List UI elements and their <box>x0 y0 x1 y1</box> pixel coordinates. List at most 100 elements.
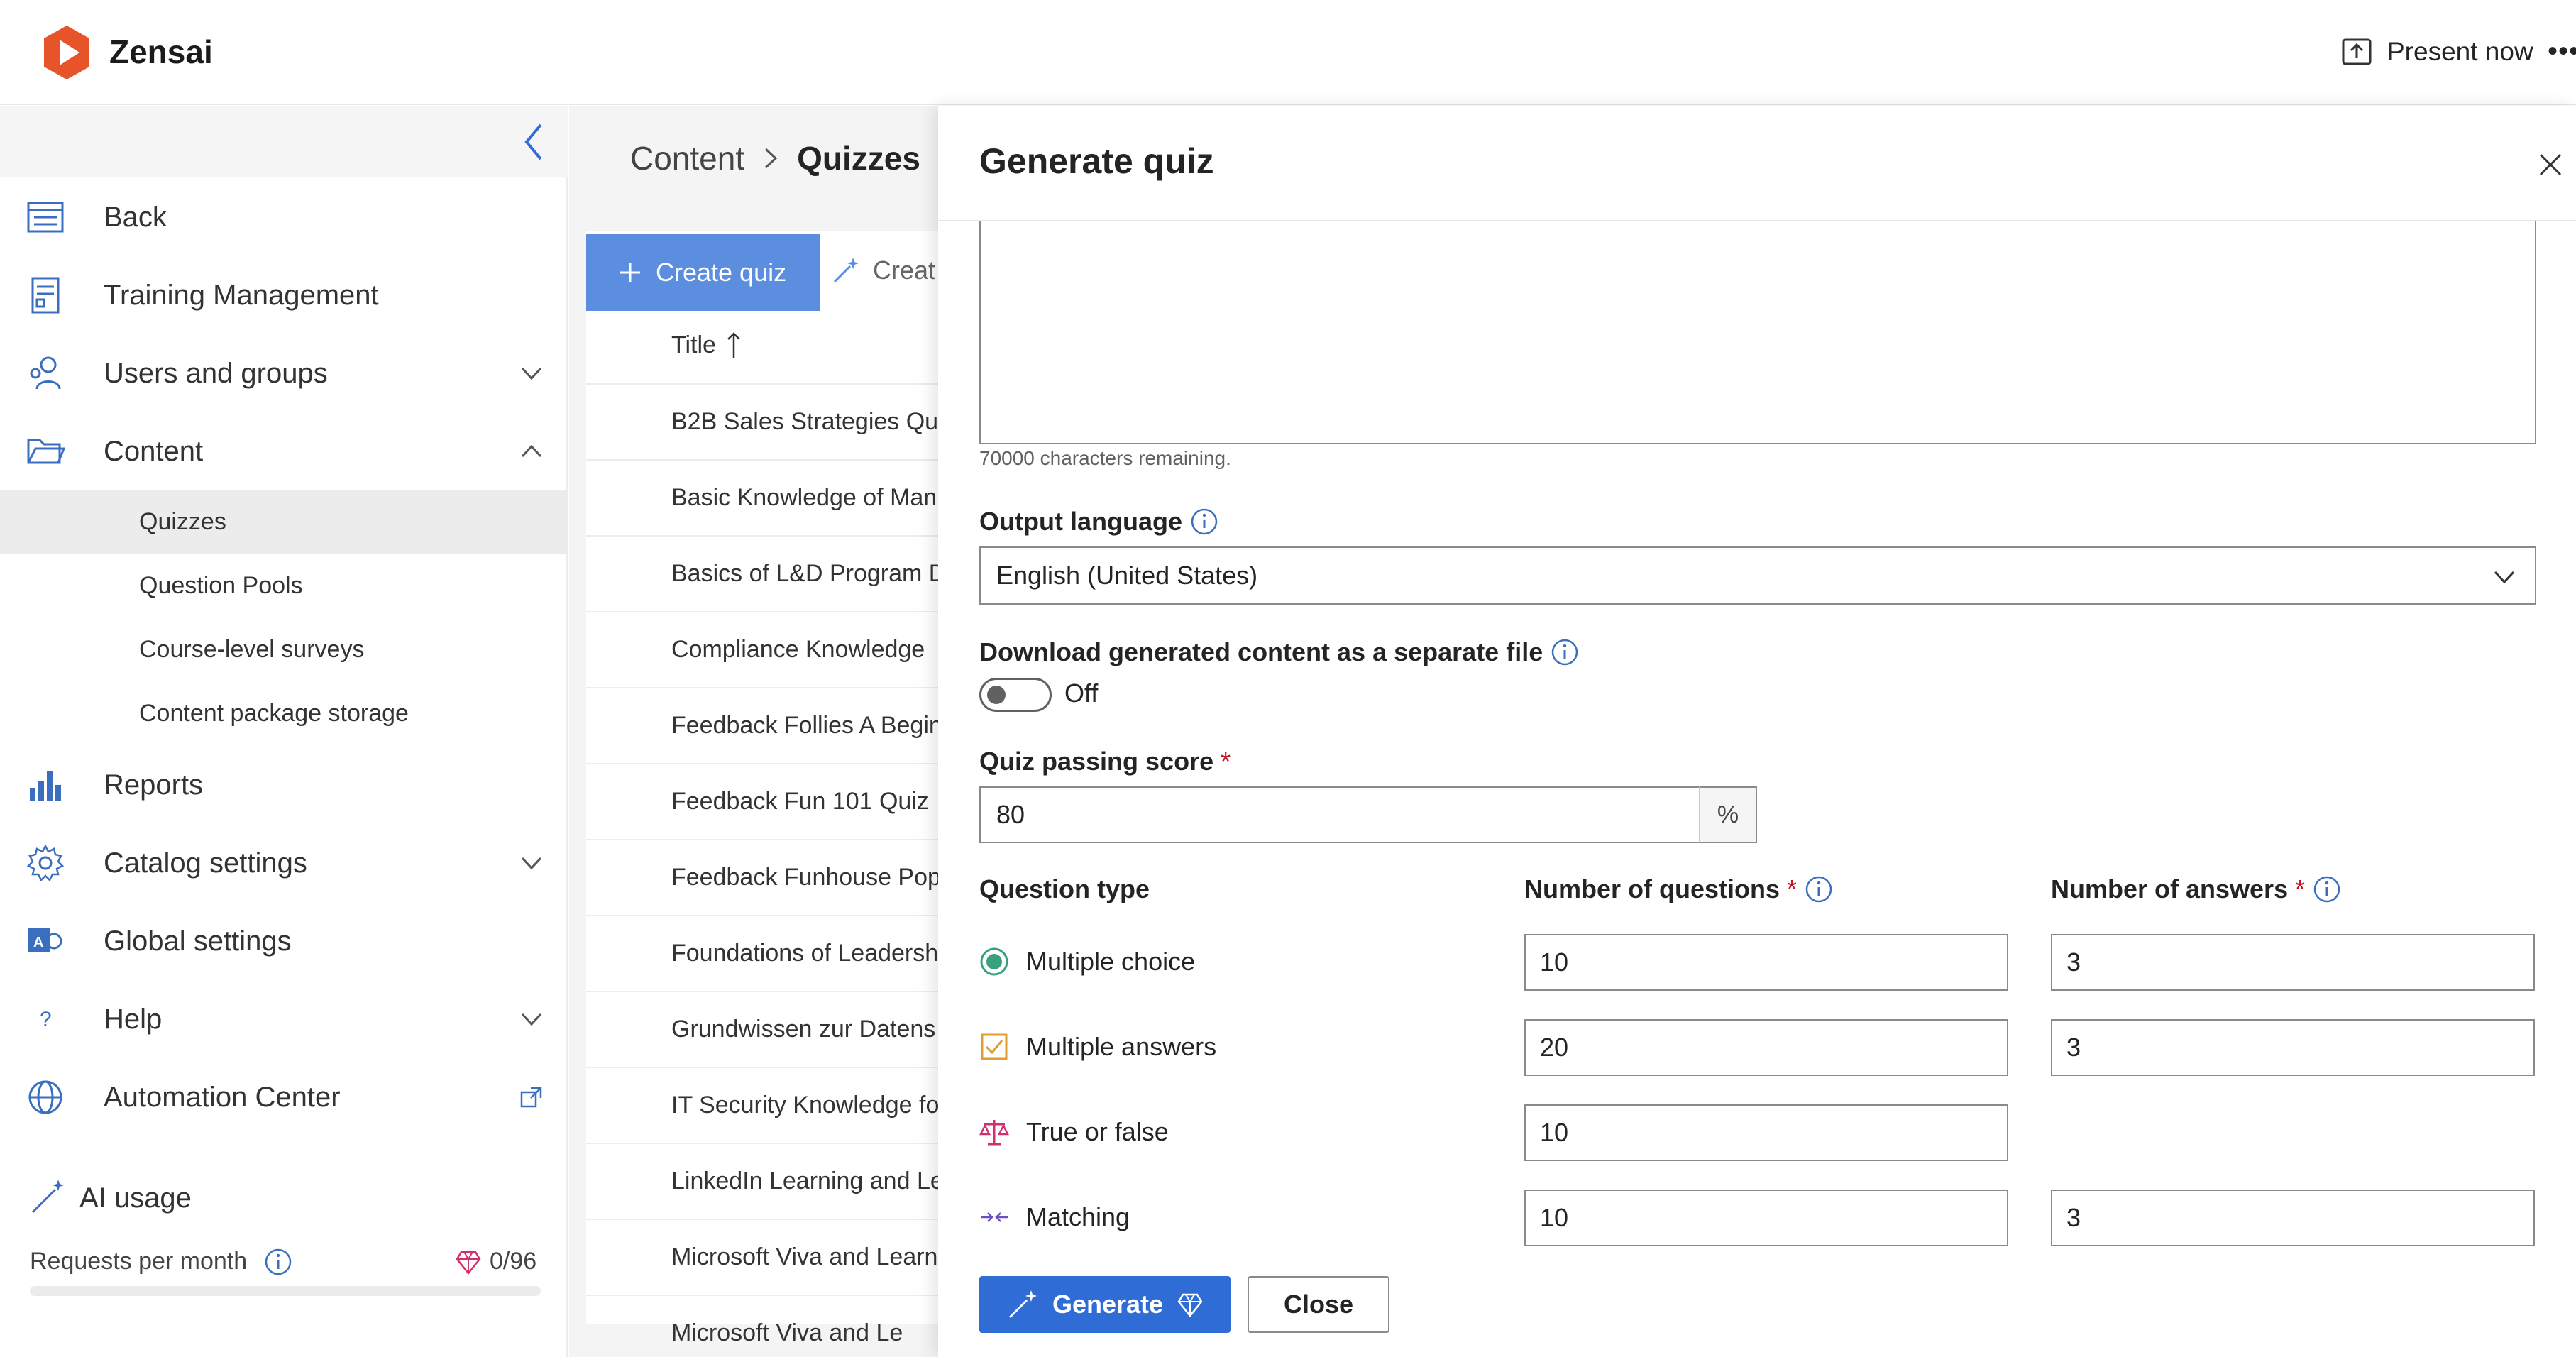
table-row[interactable]: LinkedIn Learning and Le <box>586 1143 969 1218</box>
table-row[interactable]: Feedback Follies A Begin <box>586 687 969 762</box>
sidebar-item-training-management[interactable]: Training Management <box>0 258 568 332</box>
sidebar-item-global-settings[interactable]: A Global settings <box>0 904 568 978</box>
create-quiz-button[interactable]: Create quiz <box>586 234 820 311</box>
sidebar-item-label: Content <box>104 435 204 467</box>
question-type-header: Question type <box>979 874 1150 904</box>
external-link-icon[interactable] <box>519 1085 544 1109</box>
sidebar-subitem-label: Quizzes <box>139 507 226 535</box>
sidebar-item-catalog-settings[interactable]: Catalog settings <box>0 826 568 900</box>
row-title: B2B Sales Strategies Quiz <box>671 407 956 435</box>
table-row[interactable]: Basics of L&D Program D <box>586 535 969 610</box>
multiple-choice-answers-input[interactable]: 3 <box>2051 934 2535 991</box>
more-options-icon[interactable]: ••• <box>2548 35 2576 67</box>
chevron-down-icon[interactable] <box>519 851 544 875</box>
download-toggle[interactable] <box>979 678 1052 712</box>
sidebar-item-users-and-groups[interactable]: Users and groups <box>0 336 568 410</box>
input-value: 10 <box>1540 947 1569 977</box>
output-language-select[interactable]: English (United States) <box>979 546 2536 605</box>
breadcrumb: Content Quizzes <box>630 139 920 177</box>
brand-name: Zensai <box>109 33 213 70</box>
magic-wand-icon <box>833 258 859 283</box>
requests-count: 0/96 <box>490 1248 537 1275</box>
chevron-up-icon[interactable] <box>519 439 544 463</box>
row-title: Foundations of Leadersh <box>671 939 939 967</box>
table-row[interactable]: Microsoft Viva and Le <box>586 1295 969 1357</box>
svg-text:?: ? <box>40 1008 52 1031</box>
radio-icon <box>980 947 1008 976</box>
info-icon[interactable] <box>1189 507 1219 537</box>
sidebar-item-help[interactable]: ? Help <box>0 982 568 1056</box>
sidebar-subitem-label: Course-level surveys <box>139 635 365 663</box>
globe-icon <box>28 1080 62 1114</box>
gear-icon <box>26 844 65 882</box>
sidebar-subitem-course-level-surveys[interactable]: Course-level surveys <box>0 617 568 681</box>
folder-open-icon <box>27 439 65 464</box>
multiple-answers-questions-input[interactable]: 20 <box>1524 1019 2008 1076</box>
table-row[interactable]: Feedback Funhouse Pop <box>586 839 969 914</box>
sidebar-subitem-label: Question Pools <box>139 571 303 599</box>
matching-questions-input[interactable]: 10 <box>1524 1190 2008 1246</box>
sidebar-item-automation-center[interactable]: Automation Center <box>0 1060 568 1134</box>
row-title: Compliance Knowledge <box>671 635 925 663</box>
sidebar-item-reports[interactable]: Reports <box>0 748 568 822</box>
sidebar-item-label: Automation Center <box>104 1081 341 1113</box>
row-title: Feedback Follies A Begin <box>671 711 942 739</box>
sidebar-collapse-bar <box>0 106 568 177</box>
breadcrumb-parent[interactable]: Content <box>630 139 744 177</box>
sidebar-item-content[interactable]: Content <box>0 414 568 488</box>
table-row[interactable]: Feedback Fun 101 Quiz <box>586 763 969 838</box>
close-button[interactable]: Close <box>1248 1276 1389 1333</box>
sidebar-subitem-content-package-storage[interactable]: Content package storage <box>0 681 568 745</box>
panel-title: Generate quiz <box>979 141 1214 181</box>
table-row[interactable]: Compliance Knowledge <box>586 611 969 686</box>
gem-icon <box>1177 1293 1203 1317</box>
info-icon[interactable] <box>1550 637 1580 667</box>
column-header-title[interactable]: Title <box>671 331 742 359</box>
info-icon[interactable] <box>1804 874 1834 904</box>
table-row[interactable]: Microsoft Viva and Learn <box>586 1219 969 1294</box>
sidebar-item-label: Back <box>104 201 167 233</box>
multiple-choice-questions-input[interactable]: 10 <box>1524 934 2008 991</box>
question-type-multiple-answers: Multiple answers <box>979 1032 1216 1062</box>
chevron-down-icon[interactable] <box>519 361 544 385</box>
true-or-false-questions-input[interactable]: 10 <box>1524 1104 2008 1161</box>
passing-score-input[interactable]: 80 <box>979 786 1757 843</box>
present-now-button[interactable]: Present now <box>2342 34 2533 70</box>
question-type-label: Multiple choice <box>1026 947 1196 976</box>
source-text-input[interactable] <box>979 221 2536 444</box>
create-quiz-label: Create quiz <box>656 258 787 287</box>
row-title: LinkedIn Learning and Le <box>671 1167 944 1194</box>
generate-button[interactable]: Generate <box>979 1276 1231 1333</box>
row-title: Feedback Fun 101 Quiz <box>671 787 929 815</box>
row-title: Basics of L&D Program D <box>671 559 947 587</box>
sidebar-subitem-question-pools[interactable]: Question Pools <box>0 554 568 617</box>
sidebar-subitem-quizzes[interactable]: Quizzes <box>0 490 568 554</box>
required-asterisk: * <box>1221 747 1231 776</box>
table-row[interactable]: Foundations of Leadersh <box>586 915 969 990</box>
info-icon[interactable] <box>264 1248 292 1276</box>
input-value: 20 <box>1540 1033 1569 1062</box>
ai-usage-section: AI usage <box>0 1163 568 1236</box>
table-row[interactable]: B2B Sales Strategies Quiz <box>586 383 969 458</box>
multiple-answers-answers-input[interactable]: 3 <box>2051 1019 2535 1076</box>
matching-answers-input[interactable]: 3 <box>2051 1190 2535 1246</box>
table-row[interactable]: Grundwissen zur Datens <box>586 991 969 1066</box>
create-with-ai-button[interactable]: Creat <box>832 256 935 285</box>
chevron-left-icon[interactable] <box>518 121 549 163</box>
table-row[interactable]: Basic Knowledge of Man <box>586 459 969 534</box>
question-icon: ? <box>40 1008 52 1031</box>
info-icon[interactable] <box>2312 874 2342 904</box>
sidebar-item-back[interactable]: Back <box>0 180 568 254</box>
sidebar-item-label: Global settings <box>104 925 292 957</box>
sidebar-subitem-label: Content package storage <box>139 699 409 727</box>
users-icon <box>30 356 61 390</box>
chevron-down-icon[interactable] <box>519 1007 544 1031</box>
output-language-value: English (United States) <box>996 561 1258 590</box>
passing-score-text: Quiz passing score <box>979 747 1214 776</box>
input-value: 3 <box>2066 1033 2081 1062</box>
table-row[interactable]: IT Security Knowledge fo <box>586 1067 969 1142</box>
row-title: IT Security Knowledge fo <box>671 1091 940 1119</box>
requests-per-month: Requests per month 0/96 <box>30 1242 541 1282</box>
characters-remaining: 70000 characters remaining. <box>979 447 1231 469</box>
close-icon[interactable] <box>2536 150 2565 179</box>
